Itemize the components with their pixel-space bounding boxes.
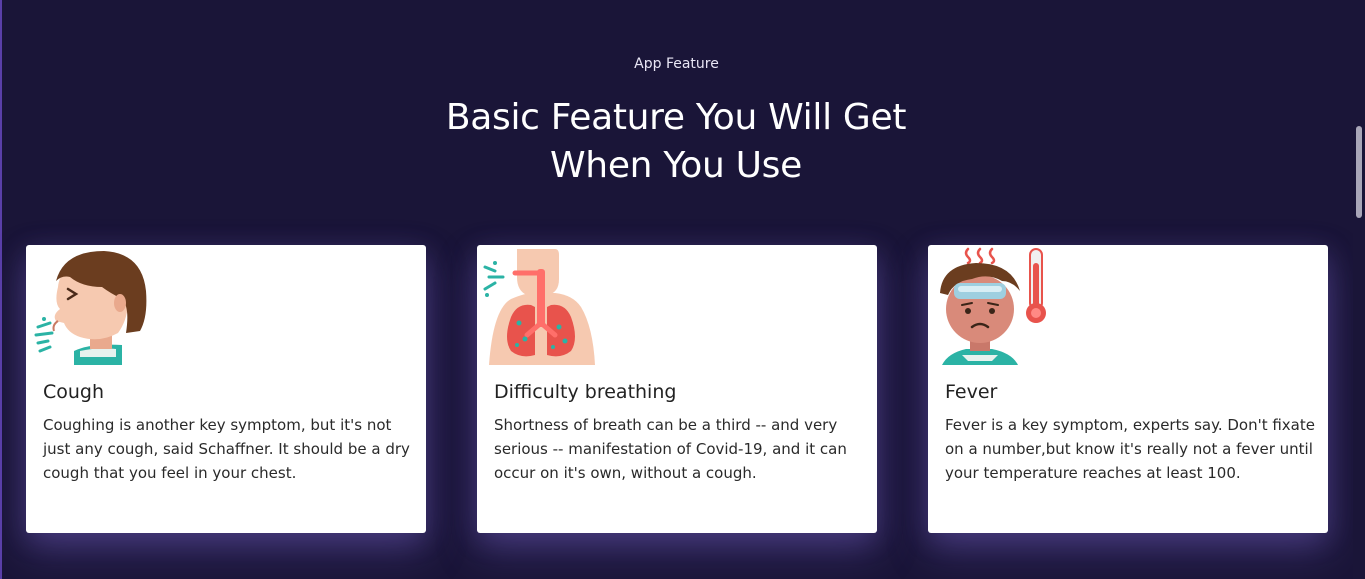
headline-line-1: Basic Feature You Will Get — [445, 97, 907, 138]
card-description: Coughing is another key symptom, but it'… — [43, 416, 410, 482]
section-headline: Basic Feature You Will Get When You Use — [376, 94, 976, 190]
card-title: Cough — [43, 381, 105, 403]
viewport-edge — [0, 0, 2, 579]
feature-card-cough: Cough Coughing is another key symptom, b… — [26, 245, 426, 533]
section-eyebrow: App Feature — [634, 56, 719, 72]
scrollbar-thumb[interactable] — [1356, 126, 1362, 218]
vertical-scrollbar[interactable] — [1353, 0, 1365, 579]
lungs-breathing-icon — [483, 249, 595, 365]
feature-card-difficulty-breathing: Difficulty breathing Shortness of breath… — [477, 245, 877, 533]
coughing-person-icon — [34, 251, 147, 365]
headline-line-2: When You Use — [550, 145, 802, 186]
card-description: Shortness of breath can be a third -- an… — [494, 416, 847, 482]
card-title: Difficulty breathing — [494, 381, 677, 403]
feature-section: App Feature Basic Feature You Will Get W… — [0, 0, 1365, 579]
feature-card-fever: Fever Fever is a key symptom, experts sa… — [928, 245, 1328, 533]
fever-thermometer-icon — [940, 247, 1046, 365]
card-title: Fever — [945, 381, 998, 403]
card-description: Fever is a key symptom, experts say. Don… — [945, 416, 1315, 482]
